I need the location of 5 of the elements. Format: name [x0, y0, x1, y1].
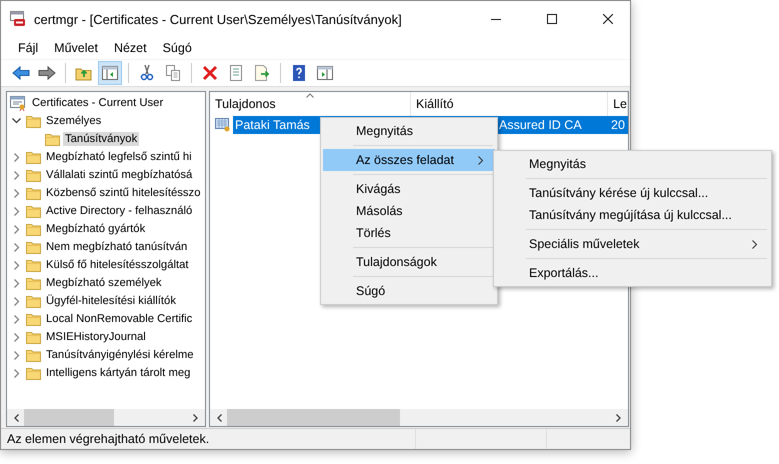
window-title: certmgr - [Certificates - Current User\Személyes\Tanúsítványok]	[34, 12, 403, 26]
table-cell: 20	[611, 118, 625, 132]
table-cell: Pataki Tamás	[235, 118, 310, 132]
status-text: Az elemen végrehajtható műveletek.	[6, 432, 210, 446]
table-cell: Assured ID CA	[499, 118, 582, 132]
